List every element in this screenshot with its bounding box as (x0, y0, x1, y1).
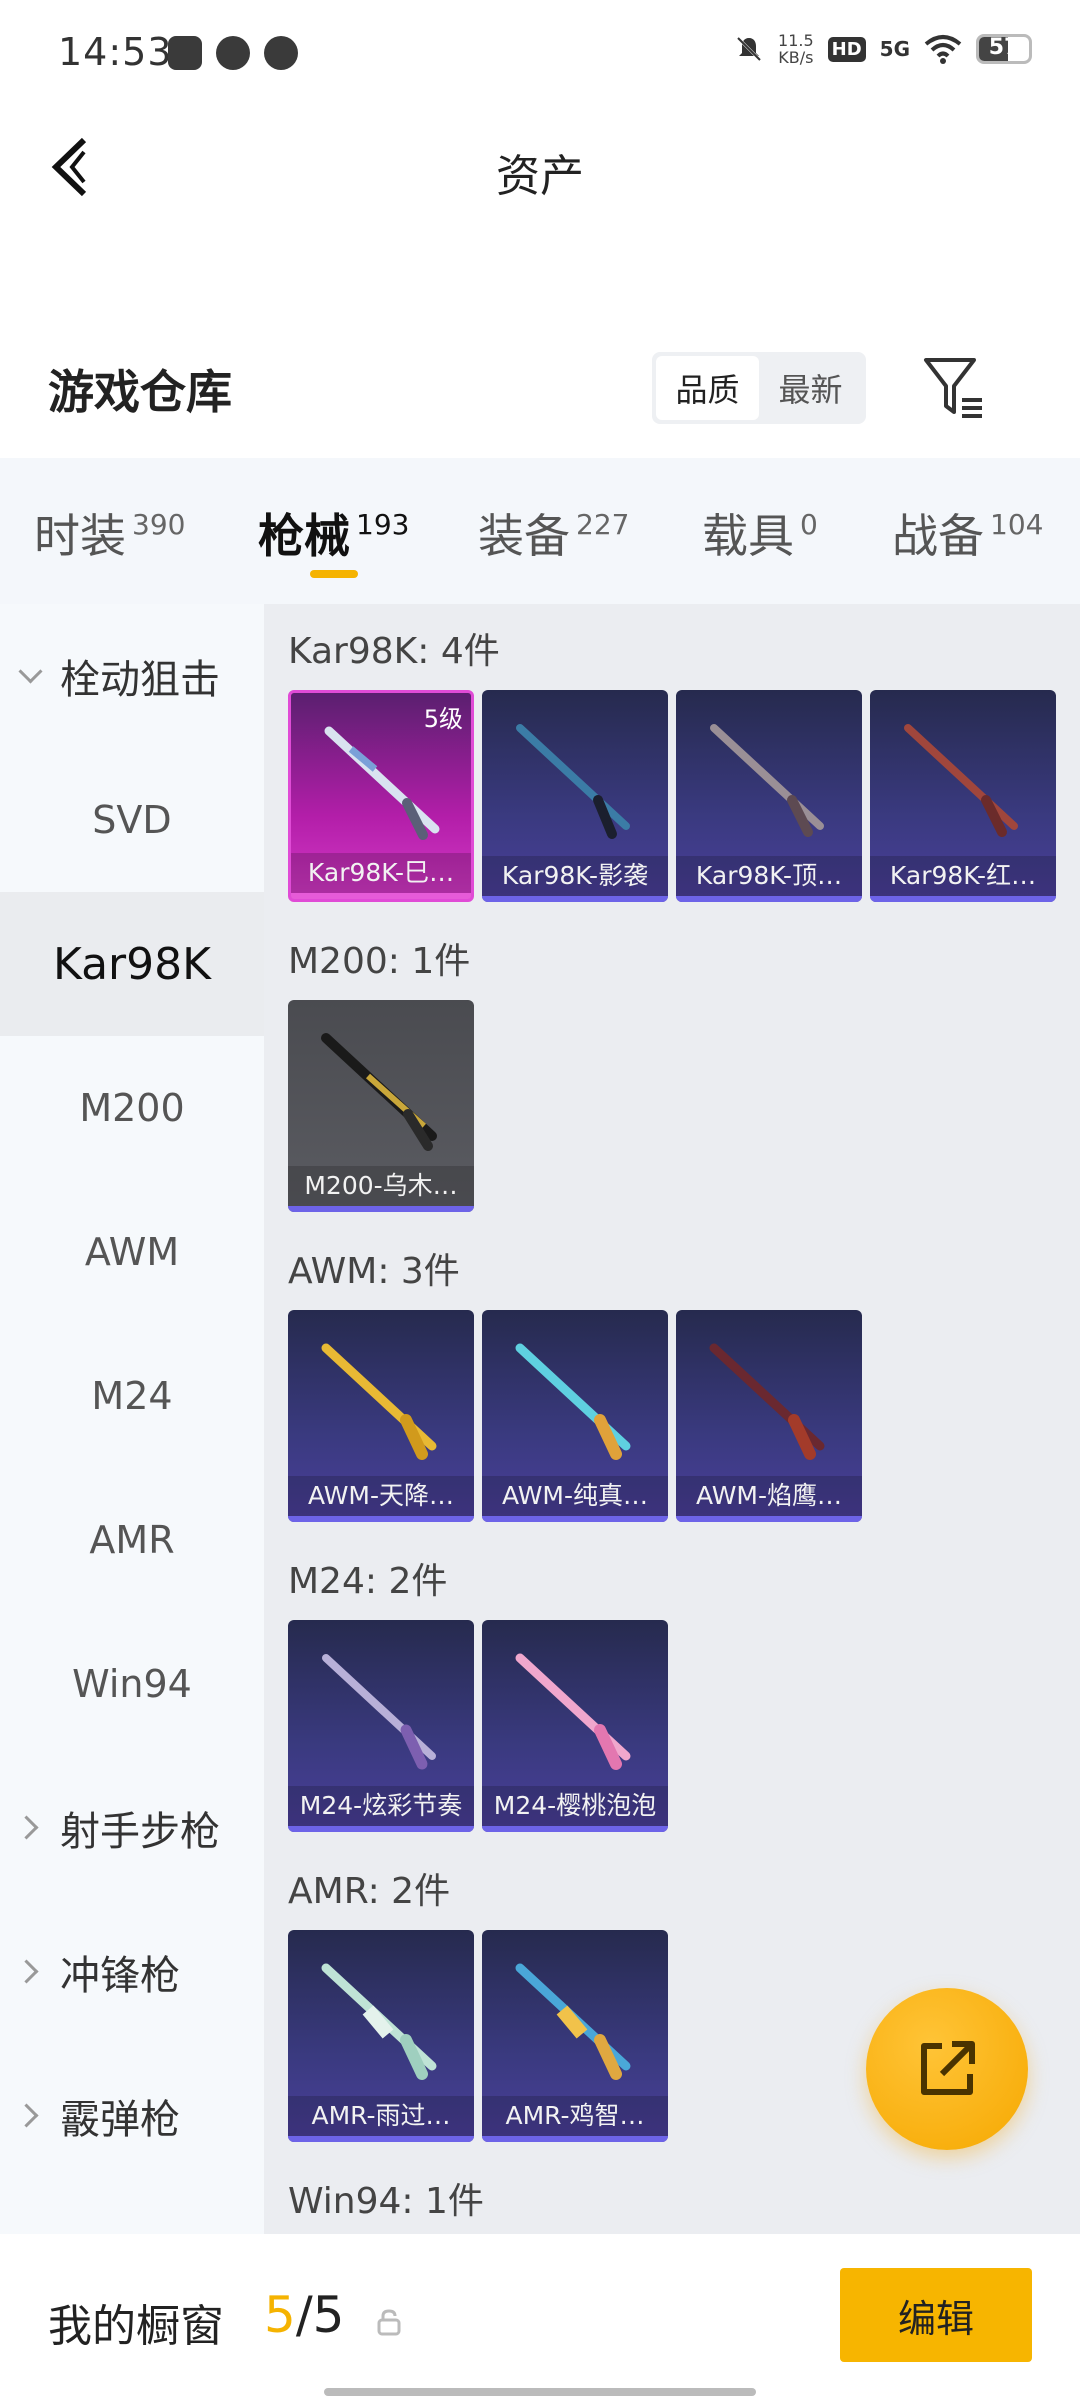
item-name: M24-樱桃泡泡 (482, 1786, 668, 1826)
sidebar-item-kar98k[interactable]: Kar98K (0, 892, 264, 1036)
rifle-image (321, 1033, 437, 1151)
share-external-icon (921, 2041, 975, 2095)
tab-supplies[interactable]: 战备 104 (892, 500, 1043, 566)
sidebar-group-marksman[interactable]: 射手步枪 (0, 1756, 264, 1900)
wifi-icon (924, 35, 962, 64)
item-card[interactable]: Kar98K-红… (870, 690, 1056, 902)
rifle-image (515, 1343, 631, 1460)
missed-call-icon (264, 36, 298, 70)
item-card[interactable]: AWM-焰鹰… (676, 1310, 862, 1522)
rifle-image (515, 1653, 631, 1770)
lock-icon (377, 2309, 401, 2336)
sort-toggle: 品质 最新 (652, 352, 866, 424)
chevron-right-icon (20, 2105, 42, 2127)
group-title-m24: M24: 2件 (288, 1561, 448, 1602)
sidebar-group-smg[interactable]: 冲锋枪 (0, 1900, 264, 2044)
page-title: 资产 (496, 151, 584, 202)
group-title-awm: AWM: 3件 (288, 1251, 460, 1292)
hd-badge: HD (827, 36, 866, 62)
level-badge: 5级 (423, 705, 463, 733)
showcase-label: 我的橱窗 (48, 2301, 224, 2352)
sidebar: 栓动狙击 SVD Kar98K M200 AWM M24 AMR Win94 射… (0, 604, 264, 2234)
tab-vehicles[interactable]: 载具 0 (702, 500, 818, 566)
net-rate: 11.5 KB/s (778, 31, 814, 67)
sidebar-item-win94[interactable]: Win94 (0, 1612, 264, 1756)
item-card[interactable]: M200-乌木… (288, 1000, 474, 1212)
status-time: 14:53 (58, 30, 173, 74)
sort-quality-button[interactable]: 品质 (656, 356, 759, 420)
status-right: 11.5 KB/s HD 5G 57 (734, 32, 1032, 66)
item-name: M24-炫彩节奏 (288, 1786, 474, 1826)
sidebar-group-shotgun[interactable]: 霰弹枪 (0, 2044, 264, 2188)
item-card[interactable]: Kar98K-顶… (676, 690, 862, 902)
item-name: AMR-鸡智… (482, 2096, 668, 2136)
item-card[interactable]: 5级 Kar98K-巳… (288, 690, 474, 902)
item-card[interactable]: M24-樱桃泡泡 (482, 1620, 668, 1832)
group-title-win94: Win94: 1件 (288, 2181, 484, 2222)
rifle-image (709, 1343, 825, 1460)
group-title-kar98k: Kar98K: 4件 (288, 631, 500, 672)
status-bar: 14:53 11.5 KB/s HD 5G 57 (0, 0, 1080, 108)
rifle-image (322, 1654, 436, 1770)
item-name: AMR-雨过… (288, 2096, 474, 2136)
item-name: Kar98K-巳… (291, 853, 471, 893)
rifle-image (321, 1343, 437, 1460)
filter-icon[interactable] (922, 354, 990, 422)
edit-button[interactable]: 编辑 (840, 2268, 1032, 2362)
rifle-image (904, 724, 1018, 837)
sidebar-item-svd[interactable]: SVD (0, 748, 264, 892)
rifle-image (516, 724, 630, 839)
item-name: Kar98K-红… (870, 856, 1056, 896)
item-card[interactable]: M24-炫彩节奏 (288, 1620, 474, 1832)
group-title-m200: M200: 1件 (288, 941, 471, 982)
category-tabs: 时装 390 枪械 193 装备 227 载具 0 战备 104 (0, 458, 1080, 604)
tab-fashion[interactable]: 时装 390 (34, 500, 185, 566)
top-header: 资产 (0, 108, 1080, 228)
share-fab-button[interactable] (866, 1988, 1028, 2150)
notification-icons (168, 36, 298, 70)
item-card[interactable]: AWM-纯真… (482, 1310, 668, 1522)
tab-equipment[interactable]: 装备 227 (478, 500, 629, 566)
sidebar-item-m200[interactable]: M200 (0, 1036, 264, 1180)
rifle-image (515, 1963, 631, 2080)
item-card[interactable]: AMR-雨过… (288, 1930, 474, 2142)
chat-bubble-icon (216, 36, 250, 70)
item-card[interactable]: AWM-天降… (288, 1310, 474, 1522)
group-title-amr: AMR: 2件 (288, 1871, 451, 1912)
item-card[interactable]: AMR-鸡智… (482, 1930, 668, 2142)
item-name: AWM-纯真… (482, 1476, 668, 1516)
showcase-count: 5/5 (264, 2286, 345, 2344)
rifle-image (710, 724, 824, 837)
item-name: Kar98K-影袭 (482, 856, 668, 896)
battery-icon: 57 (976, 34, 1032, 64)
item-name: Kar98K-顶… (676, 856, 862, 896)
item-card[interactable]: Kar98K-影袭 (482, 690, 668, 902)
app-notification-icon (168, 36, 202, 70)
signal-5g: 5G (879, 37, 910, 61)
item-name: M200-乌木… (288, 1166, 474, 1206)
sort-latest-button[interactable]: 最新 (759, 356, 862, 420)
showcase-bar: 我的橱窗 5/5 编辑 (0, 2234, 1080, 2400)
chevron-right-icon (20, 1817, 42, 1839)
sidebar-item-m24[interactable]: M24 (0, 1324, 264, 1468)
chevron-down-icon (20, 665, 42, 687)
tab-active-indicator (310, 570, 358, 578)
warehouse-title: 游戏仓库 (48, 365, 232, 419)
mute-bell-icon (736, 36, 762, 62)
item-name: AWM-焰鹰… (676, 1476, 862, 1516)
sidebar-item-awm[interactable]: AWM (0, 1180, 264, 1324)
chevron-right-icon (20, 1961, 42, 1983)
rifle-image (321, 1963, 437, 2080)
item-name: AWM-天降… (288, 1476, 474, 1516)
sidebar-group-bolt-sniper[interactable]: 栓动狙击 (0, 604, 264, 748)
sidebar-item-amr[interactable]: AMR (0, 1468, 264, 1612)
home-indicator[interactable] (324, 2388, 756, 2396)
tab-guns[interactable]: 枪械 193 (258, 500, 409, 566)
